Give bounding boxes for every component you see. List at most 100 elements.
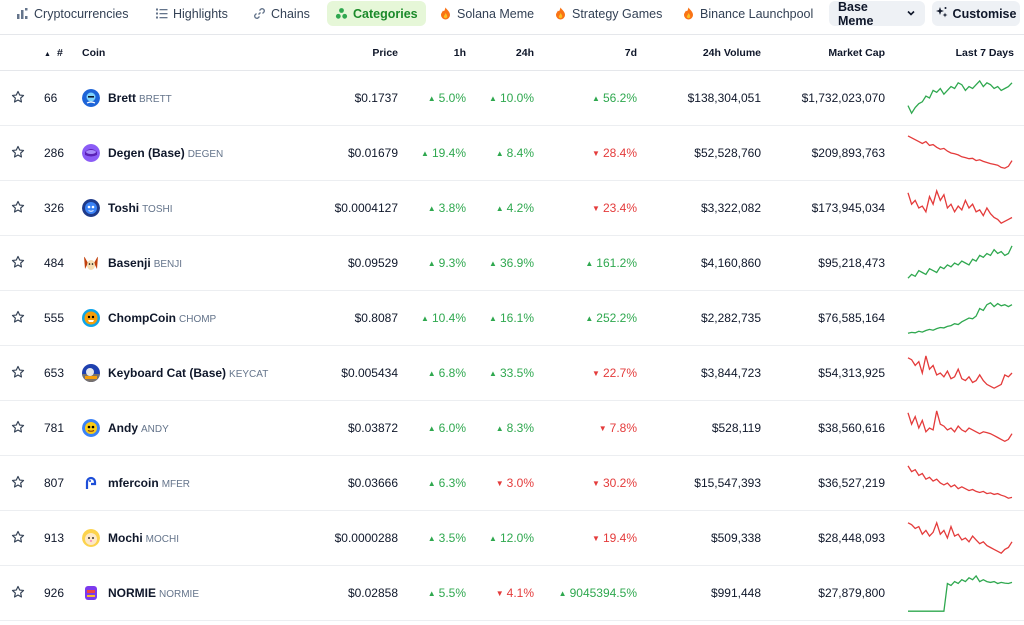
change-24h: ▲ 4.2%: [466, 180, 534, 236]
change-24h: ▲ 36.9%: [466, 235, 534, 291]
coin-cell[interactable]: Basenji BENJI: [82, 235, 304, 291]
change-24h: ▲ 16.1%: [466, 290, 534, 346]
header-market-cap[interactable]: Market Cap: [761, 34, 885, 71]
change-1h: ▲ 19.4%: [400, 125, 466, 181]
favorite-star-icon[interactable]: [0, 455, 36, 511]
caret-up-icon: ▲: [427, 424, 436, 433]
caret-up-icon: ▲: [489, 259, 497, 268]
tab-solana-meme[interactable]: Solana Meme: [431, 1, 542, 26]
coin-name[interactable]: Mochi: [108, 531, 143, 545]
table-row[interactable]: 326 Toshi TOSHI $0.0004127 ▲ 3.8% ▲ 4.2% ▼ 23.4% $…: [0, 180, 1024, 236]
sparkline-cell[interactable]: [885, 235, 1024, 291]
header-price[interactable]: Price: [304, 34, 400, 71]
sparkline-chart: [907, 520, 1013, 555]
favorite-star-icon[interactable]: [0, 400, 36, 456]
table-row[interactable]: 781 Andy ANDY $0.03872 ▲ 6.0% ▲ 8.3% ▼ 7.8% $528,1…: [0, 400, 1024, 456]
coin-name[interactable]: Degen (Base): [108, 146, 185, 160]
favorite-star-icon[interactable]: [0, 125, 36, 181]
favorite-star-icon[interactable]: [0, 510, 36, 566]
sparkline-line: [908, 574, 1013, 612]
favorite-star-icon[interactable]: [0, 70, 36, 126]
caret-up-icon: ▲: [427, 534, 436, 543]
coin-cell[interactable]: Brett BRETT: [82, 70, 304, 126]
coin-cell[interactable]: NORMIE NORMIE: [82, 565, 304, 621]
change-7d: ▼ 19.4%: [534, 510, 637, 566]
sparkle-icon: [935, 6, 948, 21]
coin-cell[interactable]: Andy ANDY: [82, 400, 304, 456]
chevron-down-icon: [906, 7, 916, 21]
coin-cell[interactable]: mfercoin MFER: [82, 455, 304, 511]
tab-binance-launchpool[interactable]: Binance Launchpool: [674, 1, 821, 26]
tab-chains[interactable]: Chains: [245, 1, 318, 26]
coin-name[interactable]: ChompCoin: [108, 311, 176, 325]
header-coin[interactable]: Coin: [82, 34, 304, 71]
sparkline-cell[interactable]: [885, 125, 1024, 181]
sparkline-cell[interactable]: [885, 455, 1024, 511]
price: $0.0000288: [304, 510, 400, 566]
table-row[interactable]: 66 Brett BRETT $0.1737 ▲ 5.0% ▲ 10.0% ▲ 56.2% $138…: [0, 70, 1024, 126]
coin-name[interactable]: Andy: [108, 421, 138, 435]
tab-categories[interactable]: Categories: [327, 1, 426, 26]
sparkline-cell[interactable]: [885, 180, 1024, 236]
header-24h-volume[interactable]: 24h Volume: [637, 34, 761, 71]
coin-cell[interactable]: Toshi TOSHI: [82, 180, 304, 236]
tab-highlights[interactable]: Highlights: [147, 1, 236, 26]
sparkline-line: [907, 465, 1013, 499]
sparkline-cell[interactable]: [885, 290, 1024, 346]
caret-up-icon: ▲: [427, 259, 436, 268]
header-rank[interactable]: ▲ #: [36, 34, 82, 71]
sparkline-cell[interactable]: [885, 345, 1024, 401]
favorite-star-icon[interactable]: [0, 290, 36, 346]
rank: 484: [36, 235, 82, 291]
favorite-star-icon[interactable]: [0, 345, 36, 401]
customise-button[interactable]: Customise: [932, 1, 1020, 26]
table-row[interactable]: 653 Keyboard Cat (Base) KEYCAT $0.005434 ▲ 6.…: [0, 345, 1024, 401]
table-row[interactable]: 913 Mochi MOCHI $0.0000288 ▲ 3.5% ▲ 12.0% ▼ 19.4%…: [0, 510, 1024, 566]
caret-up-icon: ▲: [495, 424, 504, 433]
coin-cell[interactable]: Degen (Base) DEGEN: [82, 125, 304, 181]
table-row[interactable]: 926 NORMIE NORMIE $0.02858 ▲ 5.5% ▼ 4.1% ▲ 904539…: [0, 565, 1024, 621]
table-row[interactable]: 484 Basenji BENJI $0.09529 ▲ 9.3% ▲ 36.9% ▲ 161.2…: [0, 235, 1024, 291]
header-24h[interactable]: 24h: [466, 34, 534, 71]
volume-24h: $3,844,723: [637, 345, 761, 401]
rank: 326: [36, 180, 82, 236]
rank: 66: [36, 70, 82, 126]
sparkline-chart: [908, 574, 1013, 612]
category-dropdown[interactable]: Base Meme: [829, 0, 925, 28]
favorite-star-icon[interactable]: [0, 565, 36, 621]
table-row[interactable]: 555 ChompCoin CHOMP $0.8087 ▲ 10.4% ▲ 16.1% ▲ 252…: [0, 290, 1024, 346]
list-icon: [155, 7, 168, 20]
coin-name[interactable]: NORMIE: [108, 586, 156, 600]
coin-name[interactable]: Basenji: [108, 256, 151, 270]
coin-name[interactable]: Brett: [108, 91, 136, 105]
table-row[interactable]: 286 Degen (Base) DEGEN $0.01679 ▲ 19.4% ▲ 8.4% ▼…: [0, 125, 1024, 181]
sparkline-line: [907, 301, 1013, 334]
coin-name[interactable]: Toshi: [108, 201, 139, 215]
coin-name[interactable]: mfercoin: [108, 476, 159, 490]
sparkline-chart: [907, 355, 1013, 389]
coin-cell[interactable]: Mochi MOCHI: [82, 510, 304, 566]
change-7d: ▼ 30.2%: [534, 455, 637, 511]
rank: 926: [36, 565, 82, 621]
coin-cell[interactable]: Keyboard Cat (Base) KEYCAT: [82, 345, 304, 401]
sparkline-cell[interactable]: [885, 70, 1024, 126]
table-row[interactable]: 807 mfercoin MFER $0.03666 ▲ 6.3% ▼ 3.0% ▼ 30.2% $…: [0, 455, 1024, 511]
header-7d[interactable]: 7d: [534, 34, 637, 71]
coin-cell[interactable]: ChompCoin CHOMP: [82, 290, 304, 346]
sparkline-cell[interactable]: [885, 510, 1024, 566]
sparkline-cell[interactable]: [885, 565, 1024, 621]
sparkline-cell[interactable]: [885, 400, 1024, 456]
coin-name[interactable]: Keyboard Cat (Base): [108, 366, 226, 380]
tab-strategy-games[interactable]: Strategy Games: [546, 1, 670, 26]
sparkline-chart: [907, 245, 1013, 279]
favorite-star-icon[interactable]: [0, 180, 36, 236]
favorite-star-icon[interactable]: [0, 235, 36, 291]
caret-up-icon: ▲: [427, 479, 436, 488]
sparkline-line: [907, 410, 1013, 443]
header-1h[interactable]: 1h: [400, 34, 466, 71]
caret-down-icon: ▼: [592, 534, 600, 543]
tab-cryptocurrencies[interactable]: Cryptocurrencies: [8, 1, 136, 26]
market-cap: $54,313,925: [761, 345, 885, 401]
volume-24h: $509,338: [637, 510, 761, 566]
change-1h: ▲ 5.0%: [400, 70, 466, 126]
